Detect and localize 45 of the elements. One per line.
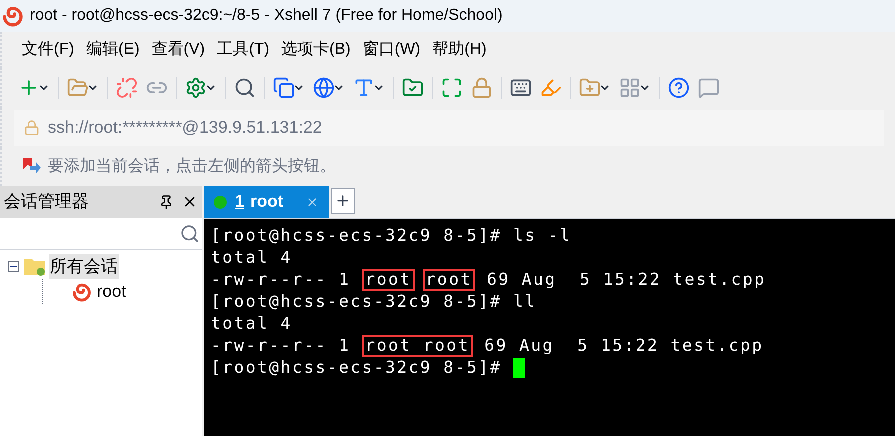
collapse-toggle[interactable] [8, 261, 19, 272]
disconnect-icon[interactable] [116, 77, 138, 99]
menu-item[interactable]: 查看(V) [152, 38, 206, 62]
terminal-text: -rw-r--r-- 1 [211, 334, 352, 357]
settings-icon[interactable] [185, 77, 207, 99]
tree-item[interactable]: root [96, 278, 128, 304]
lock-icon [24, 120, 40, 136]
hint-text: 要添加当前会话，点击左侧的箭头按钮。 [48, 156, 336, 177]
fullscreen-icon[interactable] [441, 77, 463, 99]
search-icon [180, 224, 200, 244]
terminal-text: [root@hcss-ecs-32c9 8-5]# ll [211, 290, 537, 313]
terminal-text: -rw-r--r-- 1 [211, 268, 352, 291]
search-icon[interactable] [234, 77, 256, 99]
plus-icon [335, 193, 351, 209]
menu-item[interactable]: 编辑(E) [86, 38, 140, 62]
globe-icon[interactable] [313, 77, 335, 99]
new-tab-button[interactable] [331, 188, 355, 214]
terminal-text: total 4 [211, 312, 292, 335]
menu-item[interactable]: 工具(T) [217, 38, 270, 62]
terminal-text: root [422, 269, 476, 291]
window-title: root - root@hcss-ecs-32c9:~/8-5 - Xshell 7 (Free for Home/School) [30, 6, 503, 26]
terminal-text: root root [362, 335, 473, 357]
menu-item[interactable]: 文件(F) [22, 38, 74, 62]
session-tab[interactable]: 1 root [204, 186, 329, 218]
address-field[interactable]: ssh://root:*********@139.9.51.131:22 [14, 110, 884, 146]
help-icon[interactable] [668, 77, 690, 99]
app-logo-icon [2, 5, 24, 27]
pin-icon[interactable] [159, 194, 174, 210]
menu-item[interactable]: 窗口(W) [362, 38, 421, 62]
add-session-arrow-icon[interactable] [22, 158, 42, 176]
terminal-text: [root@hcss-ecs-32c9 8-5]# [211, 356, 503, 379]
terminal[interactable]: [root@hcss-ecs-32c9 8-5]# ls -l total 4 -rw-r--r-- 1 root root 69 Aug 5 15:22 test.cpp [root@hcss-ecs-32c9 8-5]# ll total 4 -rw-r--r-- 1 root root 69 Aug 5 15:22 test.cpp [root@hcss-ecs-32c9 8-5]# [204, 218, 895, 436]
terminal-text: 69 Aug 5 15:22 test.cpp [484, 334, 764, 357]
tree-item[interactable]: 所有会话 [49, 254, 119, 280]
terminal-text: root [362, 269, 415, 291]
keyboard-icon[interactable] [510, 77, 532, 99]
terminal-text: total 4 [211, 246, 292, 269]
menu-item[interactable]: 帮助(H) [432, 38, 487, 62]
panel-title: 会话管理器 [4, 191, 90, 214]
tab-label: 1 root [235, 191, 284, 214]
folder-icon[interactable] [402, 77, 424, 99]
session-icon [72, 282, 92, 302]
menu-item[interactable]: 选项卡(B) [282, 38, 351, 62]
terminal-text: 69 Aug 5 15:22 test.cpp [486, 268, 766, 291]
terminal-text: [root@hcss-ecs-32c9 8-5]# ls -l [211, 224, 572, 247]
